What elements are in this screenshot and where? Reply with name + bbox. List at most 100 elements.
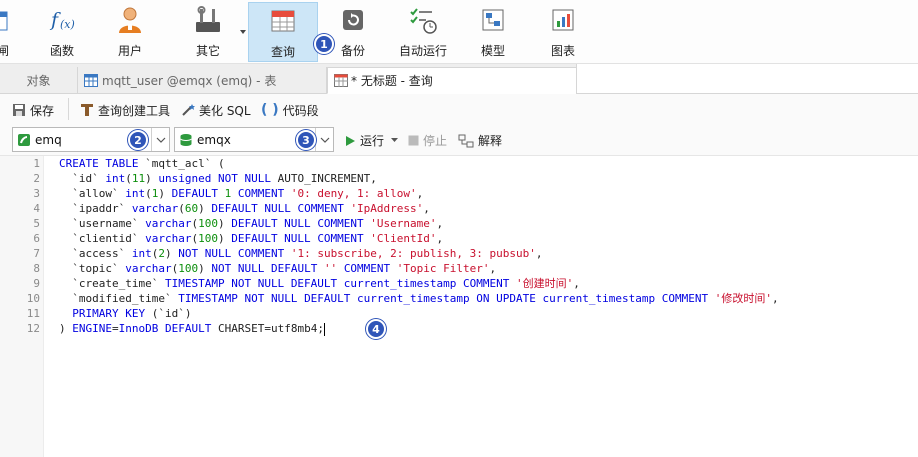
ribbon-label: 自动运行 [398,44,447,58]
explain-icon [458,134,474,148]
chart-icon [550,2,576,38]
database-value: emqx [197,132,231,147]
explain-button[interactable]: 解释 [458,132,502,149]
line-number: 8 [33,262,40,275]
tab-objects[interactable]: 对象 [0,67,78,94]
line-number: 4 [33,202,40,215]
code-line: `id` int(11) unsigned NOT NULL AUTO_INCR… [59,172,377,185]
ribbon: 闸 f (x) 函数 用户 其它 查询 备份 自动运行 模型 图表 1 [0,0,918,64]
database-icon [179,133,193,147]
ribbon-chart-button[interactable]: 图表 [540,2,586,62]
line-number: 3 [33,187,40,200]
code-line: ) ENGINE=InnoDB DEFAULT CHARSET=utf8mb4; [59,322,325,336]
code-line: `username` varchar(100) DEFAULT NULL COM… [59,217,444,230]
query-toolbar: 保存 查询创建工具 美化 SQL ( ) 代码段 [0,94,918,124]
tab-label: * 无标题 - 查询 [351,74,433,88]
line-number: 10 [26,292,40,305]
connection-value: emq [35,132,62,147]
play-icon [344,135,356,147]
query-builder-icon [80,103,94,117]
tab-label: mqtt_user @emqx (emq) - 表 [102,74,277,88]
query-tab-icon [334,74,348,87]
save-label: 保存 [30,103,55,118]
chevron-down-icon[interactable] [151,128,169,151]
snippet-paren-icon: ( ) [261,102,279,118]
ribbon-other-button[interactable]: 其它 [182,2,234,62]
line-number: 5 [33,217,40,230]
code-snippet-button[interactable]: ( ) 代码段 [261,101,319,119]
explain-label: 解释 [478,134,503,148]
stop-label: 停止 [423,134,448,148]
selector-row: emq emqx 运行 停止 解释 2 3 [0,124,918,156]
code-line: `allow` int(1) DEFAULT 1 COMMENT '0: den… [59,187,424,200]
svg-text:(x): (x) [60,18,75,31]
ribbon-label: 用户 [117,44,142,58]
stop-square-icon [408,135,419,146]
line-number: 11 [26,307,40,320]
tab-untitled-query[interactable]: * 无标题 - 查询 [327,67,577,94]
code-line: `modified_time` TIMESTAMP NOT NULL DEFAU… [59,292,779,305]
backup-icon [340,2,366,38]
run-dropdown-arrow-icon[interactable] [391,138,399,143]
user-icon [115,2,145,38]
ribbon-user-button[interactable]: 用户 [104,2,156,62]
query-builder-button[interactable]: 查询创建工具 [80,101,170,119]
line-number: 12 [26,322,40,335]
magic-wand-icon [181,103,195,117]
annotation-badge-2: 2 [128,130,148,150]
ribbon-automation-button[interactable]: 自动运行 [394,2,452,62]
annotation-badge-1: 1 [314,34,334,54]
annotation-badge-4: 4 [366,319,386,339]
annotation-badge-3: 3 [296,130,316,150]
code-line: `access` int(2) NOT NULL COMMENT '1: sub… [59,247,543,260]
code-line: `topic` varchar(100) NOT NULL DEFAULT ''… [59,262,497,275]
sql-editor[interactable]: 1 2 3 4 5 6 7 8 9 10 11 12 CREATE TABLE … [0,156,918,457]
code-line: PRIMARY KEY (`id`) [72,307,192,320]
ribbon-label: 备份 [340,44,365,58]
beautify-sql-button[interactable]: 美化 SQL [181,101,251,119]
query-table-icon [270,3,296,39]
code-line: CREATE TABLE `mqtt_acl` ( [59,157,225,170]
save-button[interactable]: 保存 [12,101,54,119]
ribbon-label: 模型 [480,44,505,58]
table-icon [0,2,8,38]
beautify-sql-label: 美化 SQL [199,103,251,118]
ribbon-function-button[interactable]: f (x) 函数 [36,2,88,62]
tab-mqtt-user-table[interactable]: mqtt_user @emqx (emq) - 表 [78,67,327,94]
line-number-gutter: 1 2 3 4 5 6 7 8 9 10 11 12 [0,156,44,457]
code-snippet-label: 代码段 [282,103,319,118]
line-number: 2 [33,172,40,185]
code-line: `create_time` TIMESTAMP NOT NULL DEFAULT… [59,277,580,290]
text-cursor [323,322,325,336]
run-label: 运行 [360,134,385,148]
ribbon-label: 函数 [49,44,74,58]
query-builder-label: 查询创建工具 [98,103,171,118]
ribbon-backup-button[interactable]: 备份 [330,2,376,62]
stop-button[interactable]: 停止 [408,132,447,149]
automation-checklist-icon [408,2,438,38]
tools-icon [193,2,223,38]
line-number: 9 [33,277,40,290]
run-button[interactable]: 运行 [344,132,399,149]
table-grid-icon [84,74,98,87]
line-number: 6 [33,232,40,245]
ribbon-label: 图表 [550,44,575,58]
ribbon-model-button[interactable]: 模型 [470,2,516,62]
tab-label: 对象 [26,74,51,88]
ribbon-query-button[interactable]: 查询 [248,2,318,62]
other-dropdown-arrow-icon[interactable] [240,30,246,34]
ribbon-label: 其它 [195,44,220,58]
line-number: 7 [33,247,40,260]
toolbar-divider [68,98,69,120]
ribbon-partial-button[interactable]: 闸 [0,2,10,62]
function-icon: f (x) [47,2,77,38]
model-icon [480,2,506,38]
tab-strip-empty-area [576,64,918,94]
ribbon-label: 查询 [270,45,295,59]
ribbon-partial-label: 闸 [0,44,10,58]
save-disk-icon [12,103,26,117]
code-line: `clientid` varchar(100) DEFAULT NULL COM… [59,232,444,245]
chevron-down-icon[interactable] [315,128,333,151]
code-line: `ipaddr` varchar(60) DEFAULT NULL COMMEN… [59,202,430,215]
line-number: 1 [33,157,40,170]
